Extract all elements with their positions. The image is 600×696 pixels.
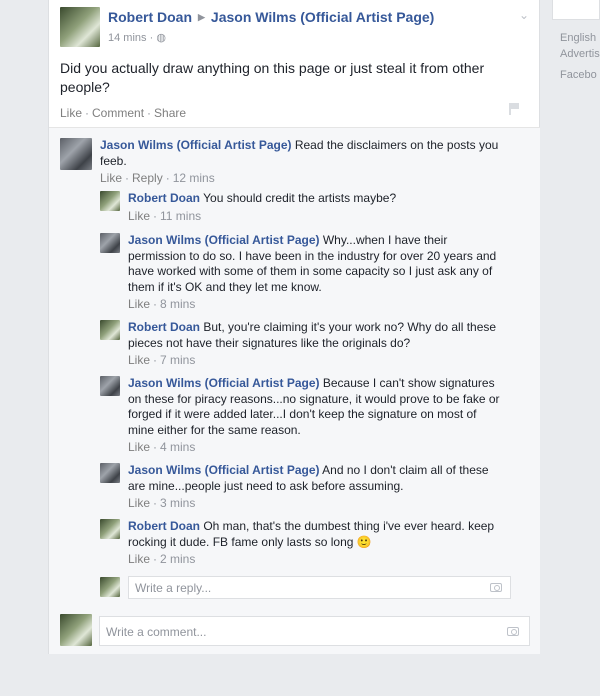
reply-timestamp[interactable]: 2 mins (160, 552, 195, 566)
share-button[interactable]: Share (154, 106, 186, 120)
reply-author-link[interactable]: Jason Wilms (Official Artist Page) (128, 463, 320, 477)
sidebar-card (552, 0, 600, 20)
reply-meta: Like · 8 mins (128, 297, 196, 311)
reply-author-avatar[interactable] (100, 376, 120, 396)
post-timestamp[interactable]: 14 mins (108, 32, 147, 44)
reply-meta: Like · 3 mins (128, 496, 196, 510)
reply-like-button[interactable]: Like (128, 552, 150, 566)
comment-meta: Like · Reply · 12 mins (100, 171, 215, 185)
reply-like-button[interactable]: Like (128, 209, 150, 223)
reply-author-avatar[interactable] (100, 191, 120, 211)
reply-timestamp[interactable]: 7 mins (160, 353, 195, 367)
chevron-down-icon[interactable]: ⌄ (519, 8, 529, 22)
reply-like-button[interactable]: Like (128, 496, 150, 510)
comment-button[interactable]: Comment (92, 106, 144, 120)
flag-icon[interactable] (509, 103, 519, 115)
language-link[interactable]: English (560, 32, 596, 44)
reply-author-link[interactable]: Robert Doan (128, 519, 200, 533)
reply-author-avatar[interactable] (100, 320, 120, 340)
camera-icon[interactable] (490, 583, 502, 592)
comment-like-button[interactable]: Like (100, 171, 122, 185)
post-text: Did you actually draw anything on this p… (60, 60, 485, 95)
camera-icon[interactable] (507, 627, 519, 636)
reply-author-link[interactable]: Jason Wilms (Official Artist Page) (128, 376, 320, 390)
smiley-emoji-icon: 🙂 (356, 534, 372, 549)
reply-user-avatar (100, 577, 120, 597)
globe-icon: ◍ (156, 32, 166, 44)
comment-input[interactable]: Write a comment... (99, 616, 530, 646)
post-target-link[interactable]: Jason Wilms (Official Artist Page) (211, 9, 434, 25)
comment-timestamp[interactable]: 12 mins (173, 171, 215, 185)
reply-meta: Like · 4 mins (128, 440, 196, 454)
post-header: Robert Doan ▶ Jason Wilms (Official Artist… (108, 9, 434, 25)
post-meta: 14 mins · ◍ (108, 32, 166, 44)
facebook-footer-link[interactable]: Facebo (560, 69, 597, 81)
comments-section: Jason Wilms (Official Artist Page) Read … (49, 127, 540, 654)
comment-reply-button[interactable]: Reply (132, 171, 163, 185)
reply-like-button[interactable]: Like (128, 353, 150, 367)
reply-meta: Like · 11 mins (128, 208, 202, 223)
reply-author-avatar[interactable] (100, 463, 120, 483)
post-author-link[interactable]: Robert Doan (108, 9, 192, 25)
comment-author-link[interactable]: Jason Wilms (Official Artist Page) (100, 138, 292, 152)
comment-input-placeholder: Write a comment... (106, 625, 207, 639)
reply-timestamp[interactable]: 4 mins (160, 440, 195, 454)
post-card: Robert Doan ▶ Jason Wilms (Official Artist… (48, 0, 540, 654)
reply-text: You should credit the artists maybe? (203, 191, 397, 205)
post-author-avatar[interactable] (60, 7, 100, 47)
advertising-link[interactable]: Advertis (560, 48, 600, 60)
reply-timestamp[interactable]: 3 mins (160, 496, 195, 510)
reply-author-link[interactable]: Jason Wilms (Official Artist Page) (128, 233, 320, 247)
reply-author-link[interactable]: Robert Doan (128, 191, 200, 205)
like-button[interactable]: Like (60, 106, 82, 120)
reply-author-link[interactable]: Robert Doan (128, 320, 200, 334)
reply-input-placeholder: Write a reply... (135, 581, 212, 595)
arrow-right-icon: ▶ (198, 12, 205, 22)
post-actions: Like · Comment · Share (60, 106, 187, 120)
reply-meta: Like · 7 mins (128, 353, 196, 367)
comment-author-avatar[interactable] (60, 138, 92, 170)
comment-user-avatar (60, 614, 92, 646)
reply-timestamp[interactable]: 11 mins (160, 209, 201, 223)
reply-like-button[interactable]: Like (128, 440, 150, 454)
reply-meta: Like · 2 mins (128, 552, 196, 566)
reply-like-button[interactable]: Like (128, 297, 150, 311)
right-sidebar: English Advertis Facebo (552, 0, 600, 696)
reply-input[interactable]: Write a reply... (128, 576, 511, 599)
reply-timestamp[interactable]: 8 mins (160, 297, 195, 311)
reply-author-avatar[interactable] (100, 233, 120, 253)
reply-author-avatar[interactable] (100, 519, 120, 539)
